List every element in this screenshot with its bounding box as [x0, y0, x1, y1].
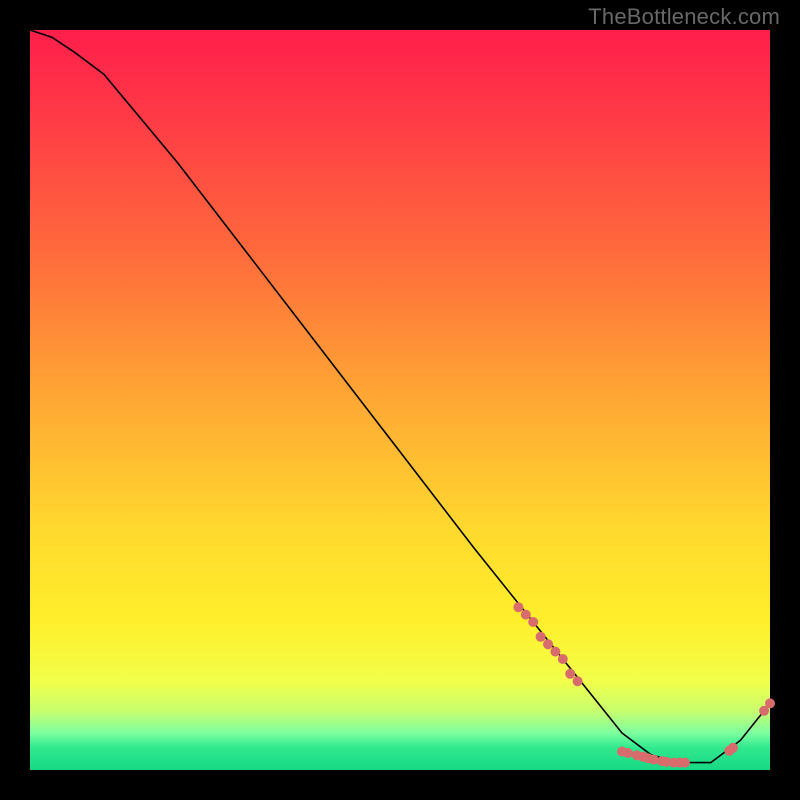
scatter-marker	[565, 669, 575, 679]
scatter-marker	[513, 602, 523, 612]
scatter-marker	[573, 676, 583, 686]
bottleneck-curve	[30, 30, 770, 763]
scatter-marker	[765, 698, 775, 708]
scatter-marker	[623, 748, 633, 758]
watermark-text: TheBottleneck.com	[588, 4, 780, 30]
scatter-marker	[550, 647, 560, 657]
scatter-marker	[558, 654, 568, 664]
scatter-marker	[521, 610, 531, 620]
scatter-marker	[680, 758, 690, 768]
scatter-marker	[728, 743, 738, 753]
scatter-marker	[528, 617, 538, 627]
chart-frame: TheBottleneck.com	[0, 0, 800, 800]
scatter-marker	[543, 639, 553, 649]
scatter-marker	[536, 632, 546, 642]
plot-area	[30, 30, 770, 770]
scatter-markers	[513, 602, 775, 767]
curve-svg	[30, 30, 770, 770]
